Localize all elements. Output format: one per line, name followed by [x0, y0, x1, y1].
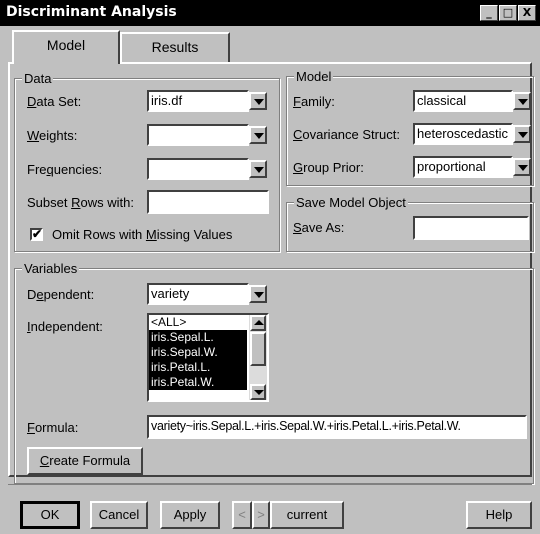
scroll-thumb[interactable] — [250, 332, 266, 366]
variables-group-legend: Variables — [22, 261, 80, 276]
frequencies-label: Frequencies: — [27, 162, 103, 177]
list-item[interactable]: iris.Petal.W. — [149, 375, 247, 390]
omit-missing-checkbox[interactable]: ✔ — [30, 228, 43, 241]
current-button[interactable]: current — [270, 501, 344, 529]
list-item[interactable]: iris.Sepal.W. — [149, 345, 247, 360]
data-set-field[interactable]: iris.df — [147, 90, 249, 112]
weights-field[interactable] — [147, 124, 249, 146]
minimize-button[interactable]: _ — [480, 5, 498, 21]
list-item[interactable]: iris.Sepal.L. — [149, 330, 247, 345]
covariance-label: Covariance Struct: — [293, 127, 400, 142]
group-prior-field[interactable]: proportional — [413, 156, 513, 178]
scroll-down-icon[interactable] — [250, 384, 266, 400]
frequencies-dropdown-icon[interactable] — [249, 160, 267, 178]
save-as-label: Save As: — [293, 220, 345, 235]
weights-dropdown-icon[interactable] — [249, 126, 267, 144]
close-button[interactable]: X — [518, 5, 536, 21]
subset-label: Subset Rows with: — [27, 195, 134, 210]
data-set-label: Data Set: — [27, 94, 82, 109]
data-group-legend: Data — [22, 71, 54, 86]
list-item[interactable]: ... — [149, 390, 247, 396]
independent-scrollbar[interactable] — [249, 315, 267, 400]
scroll-up-icon[interactable] — [250, 315, 266, 331]
family-field[interactable]: classical — [413, 90, 513, 112]
title-bar[interactable]: Discriminant Analysis _ □ X — [0, 0, 540, 26]
dependent-label: Dependent: — [27, 287, 95, 302]
frequencies-field[interactable] — [147, 158, 249, 180]
family-dropdown-icon[interactable] — [513, 92, 531, 110]
group-prior-dropdown-icon[interactable] — [513, 158, 531, 176]
covariance-field[interactable]: heteroscedastic — [413, 123, 513, 145]
window-title: Discriminant Analysis — [6, 4, 177, 20]
save-model-legend: Save Model Object — [294, 195, 408, 210]
tab-model[interactable]: Model — [12, 30, 120, 64]
next-arrow-icon[interactable]: > — [252, 501, 270, 529]
model-group-legend: Model — [294, 69, 334, 84]
ok-button[interactable]: OK — [20, 501, 80, 529]
omit-missing-label: Omit Rows with Missing Values — [52, 227, 233, 242]
independent-listbox[interactable]: <ALL> iris.Sepal.L. iris.Sepal.W. iris.P… — [147, 313, 269, 402]
family-label: Family: — [293, 94, 335, 109]
cancel-button[interactable]: Cancel — [90, 501, 148, 529]
save-as-input[interactable] — [413, 216, 529, 240]
weights-label: Weights: — [27, 128, 78, 143]
formula-input[interactable]: variety~iris.Sepal.L.+iris.Sepal.W.+iris… — [147, 415, 527, 439]
create-formula-button[interactable]: Create Formula — [27, 447, 143, 475]
footer-divider — [8, 484, 532, 485]
maximize-button[interactable]: □ — [499, 5, 517, 21]
independent-label: Independent: — [27, 319, 103, 334]
dependent-dropdown-icon[interactable] — [249, 285, 267, 303]
group-prior-label: Group Prior: — [293, 160, 364, 175]
subset-rows-input[interactable] — [147, 190, 269, 214]
tab-results[interactable]: Results — [120, 32, 230, 62]
help-button[interactable]: Help — [466, 501, 532, 529]
dependent-field[interactable]: variety — [147, 283, 249, 305]
data-set-dropdown-icon[interactable] — [249, 92, 267, 110]
apply-button[interactable]: Apply — [160, 501, 220, 529]
formula-label: Formula: — [27, 420, 79, 435]
previous-arrow-icon[interactable]: < — [232, 501, 252, 529]
list-item[interactable]: iris.Petal.L. — [149, 360, 247, 375]
list-item[interactable]: <ALL> — [149, 315, 247, 330]
covariance-dropdown-icon[interactable] — [513, 125, 531, 143]
